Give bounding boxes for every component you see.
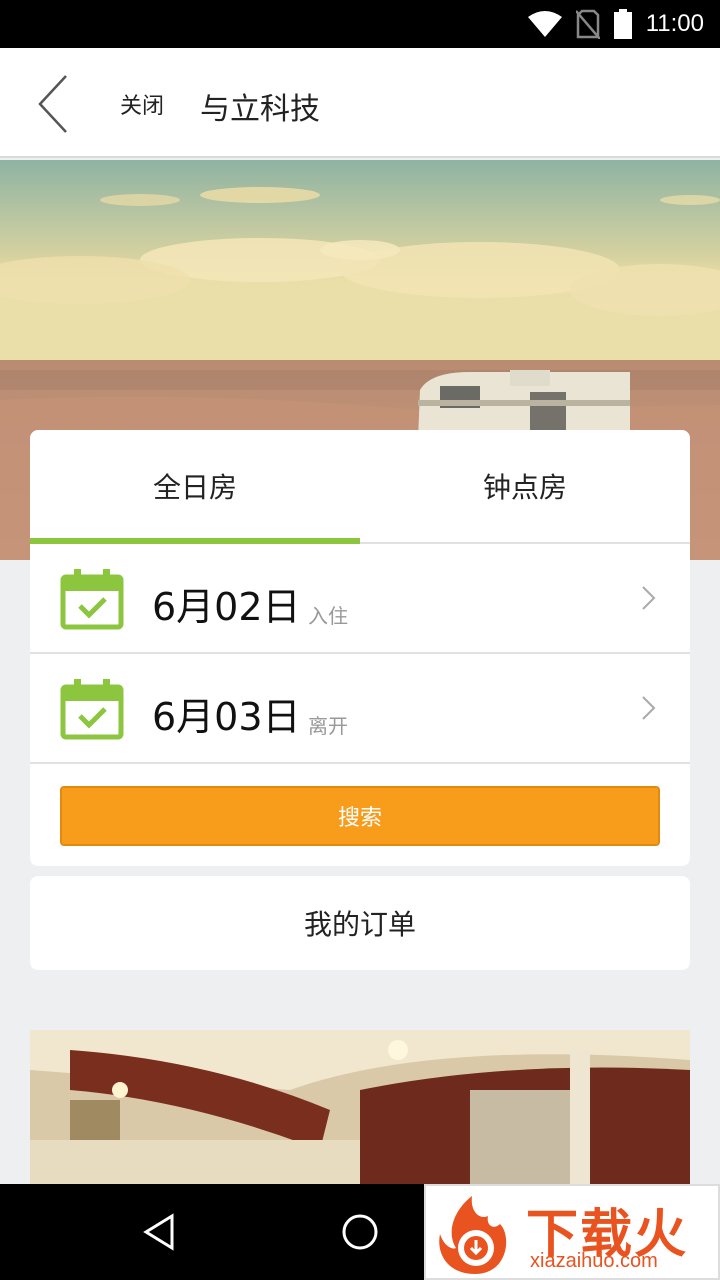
tab-hourly[interactable]: 钟点房 xyxy=(360,430,690,542)
calendar-check-icon xyxy=(60,569,124,630)
flame-logo-icon xyxy=(439,1196,507,1274)
back-arrow-icon[interactable] xyxy=(28,72,88,136)
close-button[interactable]: 关闭 xyxy=(120,88,164,120)
checkin-date-row[interactable]: 6月02日 入住 xyxy=(30,544,690,654)
rv-interior-image xyxy=(30,1030,690,1190)
wifi-icon xyxy=(527,11,562,37)
room-type-tabs: 全日房 钟点房 xyxy=(30,430,690,544)
search-button[interactable]: 搜索 xyxy=(60,786,660,846)
clock: 11:00 xyxy=(645,10,704,37)
calendar-check-icon xyxy=(60,679,124,740)
nav-back-icon[interactable] xyxy=(140,1212,180,1252)
checkout-date: 6月03日 xyxy=(152,695,301,739)
status-bar: 11:00 xyxy=(0,0,720,48)
nav-home-icon[interactable] xyxy=(340,1212,380,1252)
top-bar: 关闭 与立科技 xyxy=(0,48,720,158)
watermark-url: xiazaihuo.com xyxy=(530,1250,658,1272)
booking-card: 全日房 钟点房 6月02日 入住 6月03日 离开 搜索 xyxy=(30,430,690,866)
chevron-right-icon xyxy=(642,696,656,720)
checkin-label: 入住 xyxy=(308,604,348,628)
tab-full-day[interactable]: 全日房 xyxy=(30,430,360,542)
checkout-label: 离开 xyxy=(308,714,348,738)
page-title: 与立科技 xyxy=(200,92,320,127)
chevron-right-icon xyxy=(642,586,656,610)
checkin-date: 6月02日 xyxy=(152,585,301,629)
no-sim-icon xyxy=(575,9,600,39)
battery-icon xyxy=(613,9,632,39)
my-orders-button[interactable]: 我的订单 xyxy=(30,876,690,970)
checkout-date-row[interactable]: 6月03日 离开 xyxy=(30,654,690,764)
watermark: 下载火 xiazaihuo.com xyxy=(424,1184,720,1280)
